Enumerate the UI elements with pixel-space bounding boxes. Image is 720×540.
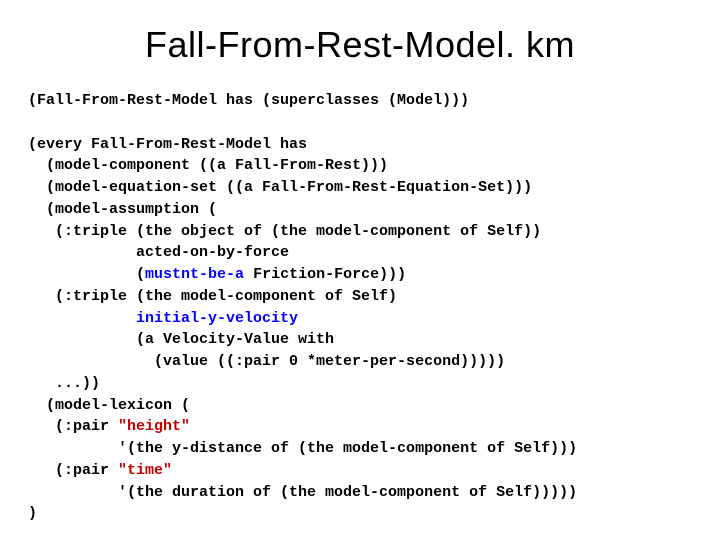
slide: Fall-From-Rest-Model. km (Fall-From-Rest… [0, 0, 720, 540]
code-line: (Fall-From-Rest-Model has (superclasses … [28, 92, 469, 109]
code-line: '(the y-distance of (the model-component… [28, 440, 577, 457]
code-line: (model-equation-set ((a Fall-From-Rest-E… [28, 179, 532, 196]
code-line [28, 310, 136, 327]
code-line: (:triple (the model-component of Self) [28, 288, 397, 305]
code-line: (value ((:pair 0 *meter-per-second))))) [28, 353, 505, 370]
keyword-mustnt-be-a: mustnt-be-a [145, 266, 244, 283]
code-line: (model-lexicon ( [28, 397, 190, 414]
code-line: (:pair [28, 462, 118, 479]
keyword-initial-y-velocity: initial-y-velocity [136, 310, 298, 327]
code-line: (:pair [28, 418, 118, 435]
code-block: (Fall-From-Rest-Model has (superclasses … [28, 90, 692, 525]
code-line: (:triple (the object of (the model-compo… [28, 223, 541, 240]
slide-title: Fall-From-Rest-Model. km [28, 24, 692, 66]
code-line: acted-on-by-force [28, 244, 289, 261]
string-height: "height" [118, 418, 190, 435]
code-line: (model-assumption ( [28, 201, 217, 218]
code-line: ...)) [28, 375, 100, 392]
code-line: (model-component ((a Fall-From-Rest))) [28, 157, 388, 174]
code-line: (a Velocity-Value with [28, 331, 334, 348]
code-line: Friction-Force))) [244, 266, 406, 283]
code-line: '(the duration of (the model-component o… [28, 484, 577, 501]
string-time: "time" [118, 462, 172, 479]
code-line: ( [28, 266, 145, 283]
code-line: ) [28, 505, 37, 522]
code-line: (every Fall-From-Rest-Model has [28, 136, 307, 153]
